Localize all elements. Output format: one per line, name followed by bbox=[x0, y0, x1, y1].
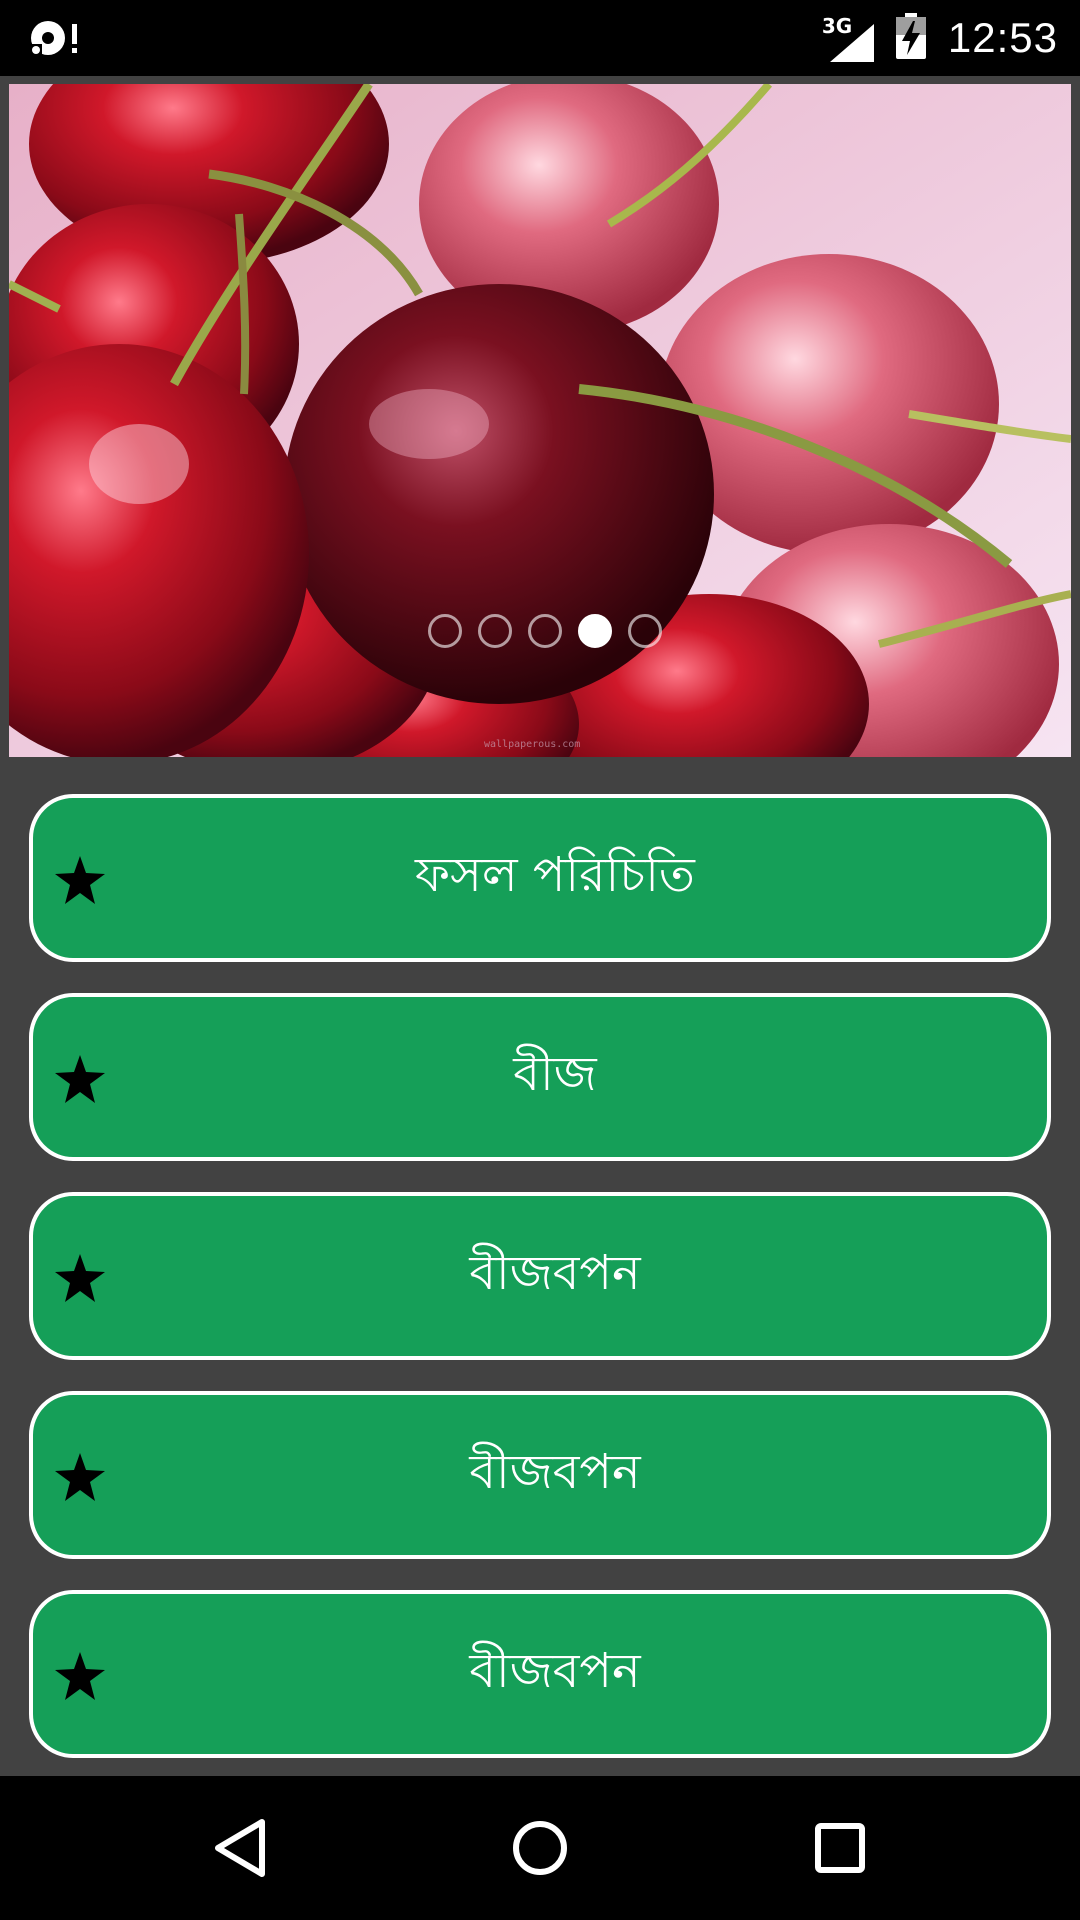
menu-button-seed[interactable]: বীজ bbox=[29, 993, 1051, 1161]
menu-button-label: বীজবপন bbox=[469, 1244, 641, 1301]
menu-button-crop-intro[interactable]: ফসল পরিচিতি bbox=[29, 794, 1051, 962]
status-bar: 3G 12:53 bbox=[0, 0, 1080, 76]
star-icon bbox=[55, 1055, 105, 1103]
menu-list: ফসল পরিচিতি বীজ বীজবপন বীজবপন বীজবপন bbox=[29, 794, 1051, 1789]
image-carousel[interactable]: wallpaperous.com bbox=[9, 84, 1071, 757]
carousel-dot[interactable] bbox=[428, 614, 462, 648]
image-watermark: wallpaperous.com bbox=[484, 739, 581, 750]
signal-icon: 3G bbox=[822, 14, 874, 62]
home-icon[interactable] bbox=[504, 1812, 576, 1884]
navigation-bar bbox=[0, 1776, 1080, 1920]
menu-button-sowing[interactable]: বীজবপন bbox=[29, 1391, 1051, 1559]
menu-button-label: বীজ bbox=[513, 1045, 597, 1102]
star-icon bbox=[55, 1254, 105, 1302]
clock: 12:53 bbox=[947, 14, 1058, 61]
star-icon bbox=[55, 856, 105, 904]
star-icon bbox=[55, 1652, 105, 1700]
menu-button-label: বীজবপন bbox=[469, 1443, 641, 1500]
star-icon bbox=[55, 1453, 105, 1501]
battery-charging-icon bbox=[895, 13, 926, 63]
carousel-dot[interactable] bbox=[478, 614, 512, 648]
menu-button-label: ফসল পরিচিতি bbox=[415, 846, 695, 903]
menu-button-label: বীজবপন bbox=[469, 1642, 641, 1699]
sync-alert-icon bbox=[28, 14, 88, 62]
menu-button-sowing[interactable]: বীজবপন bbox=[29, 1590, 1051, 1758]
carousel-dot[interactable] bbox=[628, 614, 662, 648]
carousel-dot[interactable] bbox=[528, 614, 562, 648]
recents-icon[interactable] bbox=[804, 1812, 876, 1884]
carousel-dot-active[interactable] bbox=[578, 614, 612, 648]
menu-button-sowing[interactable]: বীজবপন bbox=[29, 1192, 1051, 1360]
cherries-photo bbox=[9, 84, 1071, 757]
carousel-page-indicator bbox=[9, 614, 1071, 648]
back-icon[interactable] bbox=[204, 1812, 276, 1884]
